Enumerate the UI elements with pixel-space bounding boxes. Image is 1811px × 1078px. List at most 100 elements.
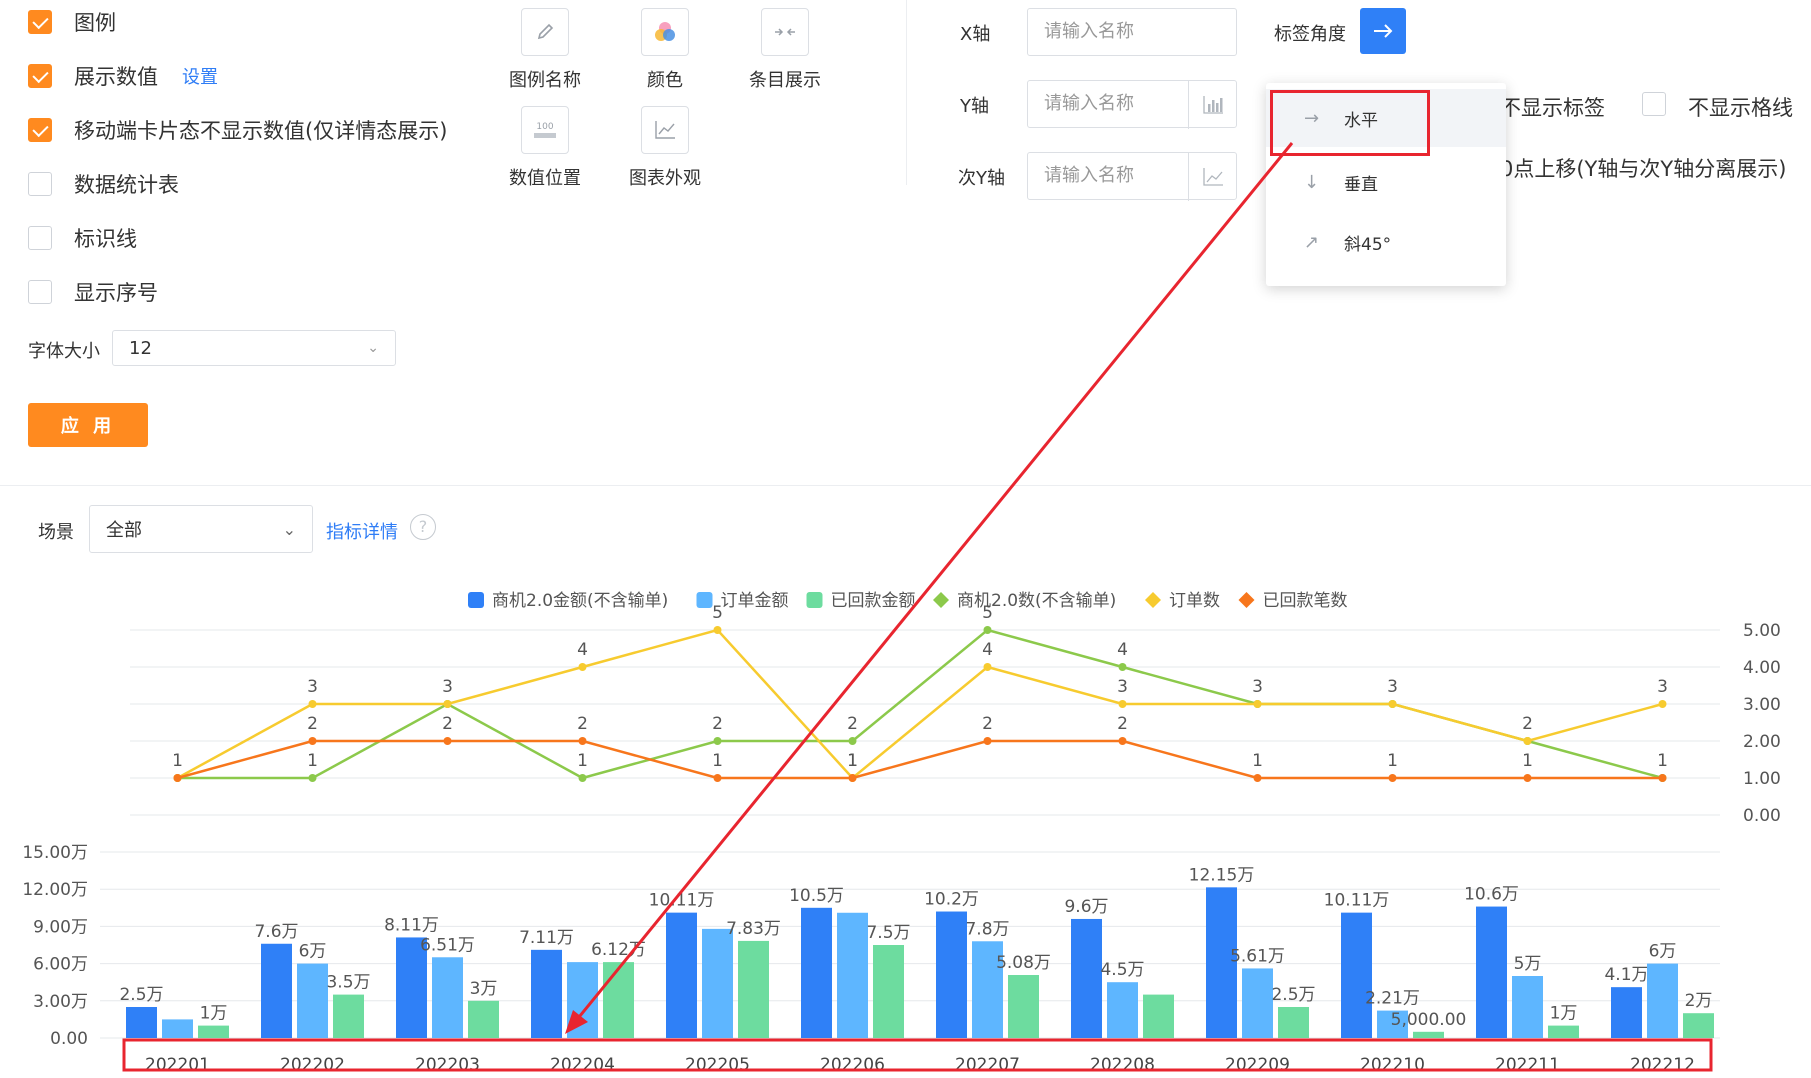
line-point	[713, 737, 722, 745]
bar-4-202204	[567, 962, 598, 1038]
scene-select[interactable]: 全部 ⌄	[89, 505, 313, 553]
value-position-icon: 100	[521, 106, 569, 154]
line-point	[1523, 774, 1532, 782]
legend-label-3: 商机2.0数(不含输单)	[957, 591, 1116, 611]
option-checkbox[interactable]	[28, 172, 52, 196]
line-point	[308, 737, 317, 745]
y2-tick-label: 5.00	[1743, 621, 1781, 641]
bar-5-202210	[1413, 1031, 1444, 1038]
bar-data-label: 2.5万	[1271, 985, 1315, 1005]
highlight-box-horizontal	[1270, 90, 1430, 156]
option-checkbox[interactable]	[28, 280, 52, 304]
option-row[interactable]: 移动端卡片态不显示数值(仅详情态展示)	[28, 115, 447, 145]
option-row[interactable]: 展示数值 设置	[28, 61, 218, 91]
metric-detail-link[interactable]: 指标详情	[326, 518, 398, 544]
y-tick-label: 15.00万	[22, 843, 88, 863]
line-data-label: 4	[982, 640, 993, 660]
line-data-label: 1	[172, 751, 183, 771]
line-point	[983, 663, 992, 671]
option-checkbox[interactable]	[28, 10, 52, 34]
y-tick-label: 12.00万	[22, 880, 88, 900]
line-point	[443, 737, 452, 745]
option-checkbox[interactable]	[28, 64, 52, 88]
bar-5-202207	[1008, 975, 1039, 1038]
label-angle-button[interactable]	[1360, 8, 1406, 54]
label-angle-label: 标签角度	[1274, 24, 1346, 45]
line-point	[308, 774, 317, 782]
angle-option-vertical[interactable]: ↓ 垂直	[1266, 153, 1506, 211]
bar-data-label: 7.8万	[965, 919, 1009, 939]
option-row[interactable]: 数据统计表	[28, 169, 179, 199]
help-icon[interactable]: ?	[410, 514, 436, 540]
bar-data-label: 6.51万	[420, 935, 475, 955]
bar-4-202209	[1242, 968, 1273, 1038]
bar-chart-icon[interactable]	[1188, 81, 1236, 129]
bar-data-label: 2.5万	[119, 985, 163, 1005]
line-point	[578, 774, 587, 782]
line-data-label: 1	[1522, 751, 1533, 771]
line-chart-icon	[641, 106, 689, 154]
line-data-label: 3	[1117, 677, 1128, 697]
apply-button[interactable]: 应 用	[28, 403, 148, 447]
line-point	[983, 737, 992, 745]
tool-color[interactable]: 颜色	[600, 8, 730, 92]
x-tick-label: 202202	[280, 1055, 345, 1075]
line-data-label: 3	[442, 677, 453, 697]
hide-gridlines-checkbox[interactable]	[1642, 92, 1666, 116]
font-size-label: 字体大小	[28, 341, 100, 362]
bar-data-label: 3.5万	[326, 973, 370, 993]
tool-label: 图表外观	[629, 168, 701, 189]
legend-marker-5	[1238, 592, 1255, 608]
line-data-label: 3	[1657, 677, 1668, 697]
bar-data-label: 5万	[1514, 954, 1542, 974]
legend-label-1: 订单金额	[721, 591, 789, 611]
line-data-label: 1	[1252, 751, 1263, 771]
angle-option-label: 斜45°	[1344, 234, 1392, 255]
y2-tick-label: 4.00	[1743, 658, 1781, 678]
bar-data-label: 8.11万	[384, 915, 439, 935]
tool-legend-name[interactable]: 图例名称	[480, 8, 610, 92]
y-tick-label: 0.00	[50, 1029, 88, 1049]
color-palette-icon	[641, 8, 689, 56]
font-size-select[interactable]: 12 ⌄	[112, 330, 396, 366]
arrow-diagonal-icon: ↗	[1304, 231, 1320, 253]
line-point	[173, 774, 182, 782]
bar-data-label: 7.11万	[519, 928, 574, 948]
tool-item-display[interactable]: 条目展示	[720, 8, 850, 92]
tool-value-position[interactable]: 100 数值位置	[480, 106, 610, 190]
bar-data-label: 5,000.00	[1391, 1010, 1467, 1030]
line-data-label: 2	[442, 714, 453, 734]
chevron-down-icon: ⌄	[282, 519, 296, 539]
section-divider	[0, 485, 1811, 486]
x-tick-label: 202211	[1495, 1055, 1560, 1075]
option-row[interactable]: 图例	[28, 7, 116, 37]
secondary-y-axis-label: 次Y轴	[958, 168, 1005, 189]
y-axis-name-input[interactable]: 请输入名称	[1027, 80, 1237, 129]
bar-data-label: 10.2万	[924, 890, 979, 910]
bar-4-202201	[162, 1019, 193, 1038]
line-point	[1253, 700, 1262, 708]
legend-marker-3	[933, 592, 949, 608]
line-point	[1658, 700, 1667, 708]
option-row[interactable]: 显示序号	[28, 277, 158, 307]
bar-13-202205	[666, 912, 697, 1038]
secondary-y-axis-name-input[interactable]: 请输入名称	[1027, 152, 1237, 201]
legend-marker-1	[696, 592, 713, 608]
line-point	[443, 700, 452, 708]
line-chart-icon[interactable]	[1188, 153, 1236, 201]
x-axis-name-input[interactable]: 请输入名称	[1027, 8, 1237, 56]
line-data-label: 2	[577, 714, 588, 734]
x-axis-label: X轴	[960, 24, 991, 45]
tool-chart-appearance[interactable]: 图表外观	[600, 106, 730, 190]
line-point	[1388, 774, 1397, 782]
bar-data-label: 6万	[1649, 942, 1677, 962]
option-checkbox[interactable]	[28, 118, 52, 142]
y-tick-label: 6.00万	[33, 955, 88, 975]
option-row[interactable]: 标识线	[28, 223, 137, 253]
option-checkbox[interactable]	[28, 226, 52, 250]
bar-5-202201	[198, 1025, 229, 1038]
bar-data-label: 5.08万	[996, 953, 1051, 973]
bar-5-202208	[1143, 994, 1174, 1038]
angle-option-diagonal[interactable]: ↗ 斜45°	[1266, 213, 1506, 271]
settings-link[interactable]: 设置	[182, 63, 218, 89]
